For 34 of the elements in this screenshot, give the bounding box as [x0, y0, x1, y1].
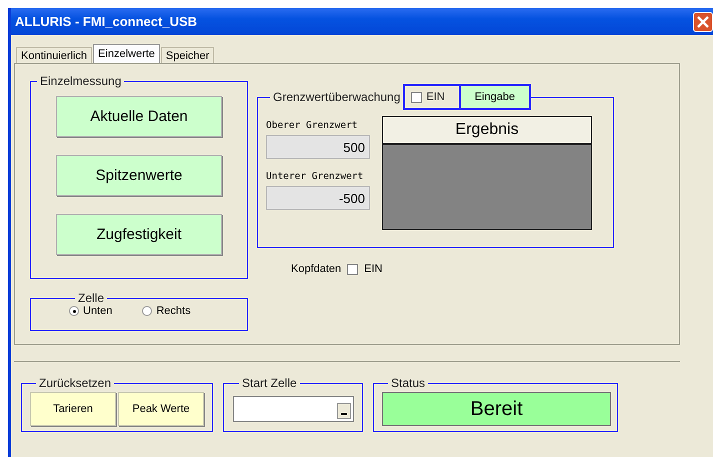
radio-label: Rechts — [156, 305, 191, 317]
checkbox-label: EIN — [364, 263, 382, 275]
tab[interactable]: Kontinuierlich — [16, 47, 92, 63]
status-display: Bereit — [382, 392, 611, 426]
input-button[interactable]: Eingabe — [460, 84, 531, 110]
group-title: Start Zelle — [242, 376, 297, 390]
measure-button[interactable]: Spitzenwerte — [56, 155, 222, 196]
field-label: Oberer Grenzwert — [266, 120, 359, 131]
group-title: Zurücksetzen — [39, 376, 112, 390]
radio-button[interactable] — [142, 306, 152, 316]
group-title: Grenzwertüberwachung — [273, 90, 400, 104]
tab[interactable]: Einzelwerte — [93, 44, 160, 63]
group-title: Zelle — [78, 291, 104, 305]
input-field[interactable]: 500 — [266, 135, 370, 159]
group-title: Einzelmessung — [40, 74, 122, 88]
checkbox[interactable] — [411, 92, 422, 102]
window-title: ALLURIS - FMI_connect_USB — [14, 14, 198, 29]
tab[interactable]: Speicher — [160, 47, 214, 63]
radio-button[interactable] — [69, 306, 79, 316]
checkbox-label: EIN — [426, 91, 445, 103]
reset-button[interactable]: Peak Werte — [118, 392, 204, 426]
result-header: Ergebnis — [383, 117, 591, 145]
checkbox[interactable] — [347, 264, 358, 274]
field-label: Unterer Grenzwert — [266, 171, 364, 182]
measure-button[interactable]: Aktuelle Daten — [56, 96, 222, 137]
dropdown-button[interactable] — [337, 403, 351, 419]
close-icon — [697, 16, 709, 28]
radio-label: Unten — [83, 305, 112, 317]
close-button[interactable] — [693, 12, 713, 32]
input-field[interactable]: -500 — [266, 186, 370, 210]
group-title: Status — [391, 376, 426, 390]
measure-button[interactable]: Zugfestigkeit — [56, 214, 222, 255]
field-label: Kopfdaten — [291, 263, 342, 275]
reset-button[interactable]: Tarieren — [30, 392, 116, 426]
